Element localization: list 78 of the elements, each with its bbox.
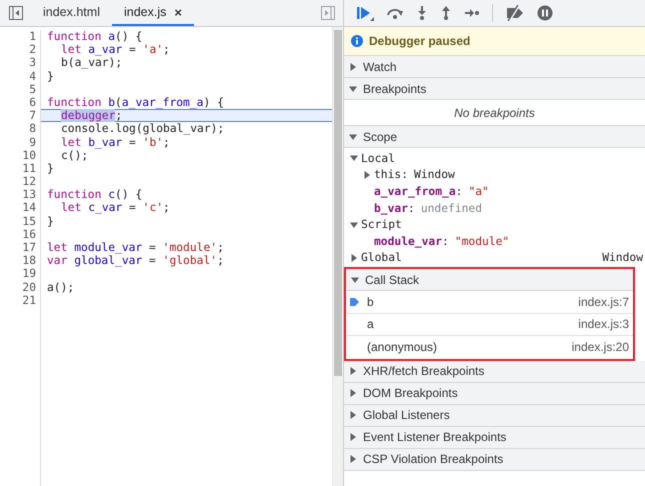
close-icon[interactable]: × [174, 4, 182, 20]
call-frame[interactable]: (anonymous) index.js:20 [346, 336, 633, 359]
code-line: let module_var = 'module'; [47, 241, 224, 254]
function-name: (anonymous) [367, 340, 438, 354]
expanded-arrow-icon[interactable] [349, 84, 357, 92]
scope-name[interactable]: Script [361, 218, 402, 232]
code-line: let a_var = 'a'; [61, 43, 170, 56]
collapsed-arrow-icon[interactable] [363, 170, 371, 179]
info-icon [351, 35, 363, 47]
collapsed-arrow-icon[interactable] [349, 367, 357, 376]
code-line: debugger; [61, 109, 122, 122]
function-name: a [367, 317, 375, 332]
expanded-arrow-icon[interactable] [350, 154, 358, 162]
section-header[interactable]: XHR/fetch Breakpoints [344, 360, 645, 383]
collapsed-arrow-icon[interactable] [350, 254, 358, 262]
code-line: function c() { [47, 188, 142, 202]
colon: : [456, 184, 462, 198]
property-name[interactable]: this [374, 168, 402, 182]
code-line: } [47, 162, 54, 175]
code-line: let c_var = 'c'; [61, 201, 170, 214]
collapsed-arrow-icon[interactable] [349, 389, 357, 398]
expanded-arrow-icon[interactable] [349, 132, 357, 140]
code-line: function a() { [47, 30, 142, 43]
function-name: b [367, 294, 375, 309]
step-into-icon[interactable] [416, 5, 428, 21]
expanded-arrow-icon[interactable] [350, 220, 358, 229]
collapsed-arrow-icon[interactable] [349, 411, 357, 420]
pause-on-exceptions-icon[interactable] [537, 5, 553, 21]
colon: : [401, 168, 408, 182]
section-header[interactable]: DOM Breakpoints [344, 382, 645, 405]
colon: : [442, 234, 449, 248]
property-value: "module" [454, 234, 510, 248]
frame-location[interactable]: index.js:3 [578, 317, 629, 332]
file-tab[interactable]: index.js × [112, 0, 194, 26]
section-header[interactable]: Scope [344, 126, 645, 148]
code-line: c(); [61, 148, 88, 162]
line-number: 7 [0, 109, 41, 122]
code-line: b(a_var); [61, 56, 122, 70]
call-frame[interactable]: a index.js:3 [346, 314, 633, 336]
code-line: var global_var = 'global'; [47, 254, 224, 268]
property-value: "a" [468, 184, 489, 198]
scope-name[interactable]: Local [361, 152, 396, 165]
property-value: Window [414, 168, 455, 182]
property-name[interactable]: b_var [374, 202, 408, 215]
colon: : [408, 202, 415, 215]
property-name[interactable]: a_var_from_a [374, 184, 456, 198]
frame-location[interactable]: index.js:20 [572, 340, 629, 354]
sidebar-toggle-icon[interactable] [321, 6, 335, 20]
expanded-arrow-icon[interactable] [351, 276, 359, 284]
property-name[interactable]: module_var [374, 234, 442, 248]
section-header[interactable]: Call Stack [346, 269, 633, 292]
code-line: } [47, 70, 54, 83]
section-header[interactable]: CSP Violation Breakpoints [344, 448, 645, 471]
code-line: function b(a_var_from_a) { [47, 96, 224, 109]
section-header[interactable]: Global Listeners [344, 404, 645, 427]
status-text: Debugger paused [369, 34, 470, 48]
sidebar-toggle-icon[interactable] [9, 6, 23, 20]
frame-location[interactable]: index.js:7 [578, 294, 629, 309]
code-line: a(); [47, 280, 74, 294]
collapsed-arrow-icon[interactable] [349, 455, 357, 464]
scope-name[interactable]: Global [361, 251, 402, 264]
step-icon[interactable] [464, 7, 480, 19]
deactivate-breakpoints-icon[interactable] [505, 5, 525, 21]
resume-icon[interactable] [356, 5, 374, 21]
file-tab[interactable]: index.html [31, 0, 112, 26]
call-frame[interactable]: b index.js:7 [346, 291, 633, 314]
property-value: undefined [420, 202, 482, 215]
section-header[interactable]: Event Listener Breakpoints [344, 426, 645, 449]
code-line: console.log(global_var); [61, 122, 224, 136]
code-line: let b_var = 'b'; [61, 136, 170, 148]
section-header[interactable]: Breakpoints [344, 78, 645, 100]
scrollbar-thumb[interactable] [334, 30, 342, 376]
code-line: } [47, 214, 54, 228]
collapsed-arrow-icon[interactable] [349, 62, 357, 70]
collapsed-arrow-icon[interactable] [349, 433, 357, 442]
section-header[interactable]: Watch [344, 56, 645, 78]
scope-value: Window [602, 251, 644, 264]
step-out-icon[interactable] [440, 5, 452, 21]
